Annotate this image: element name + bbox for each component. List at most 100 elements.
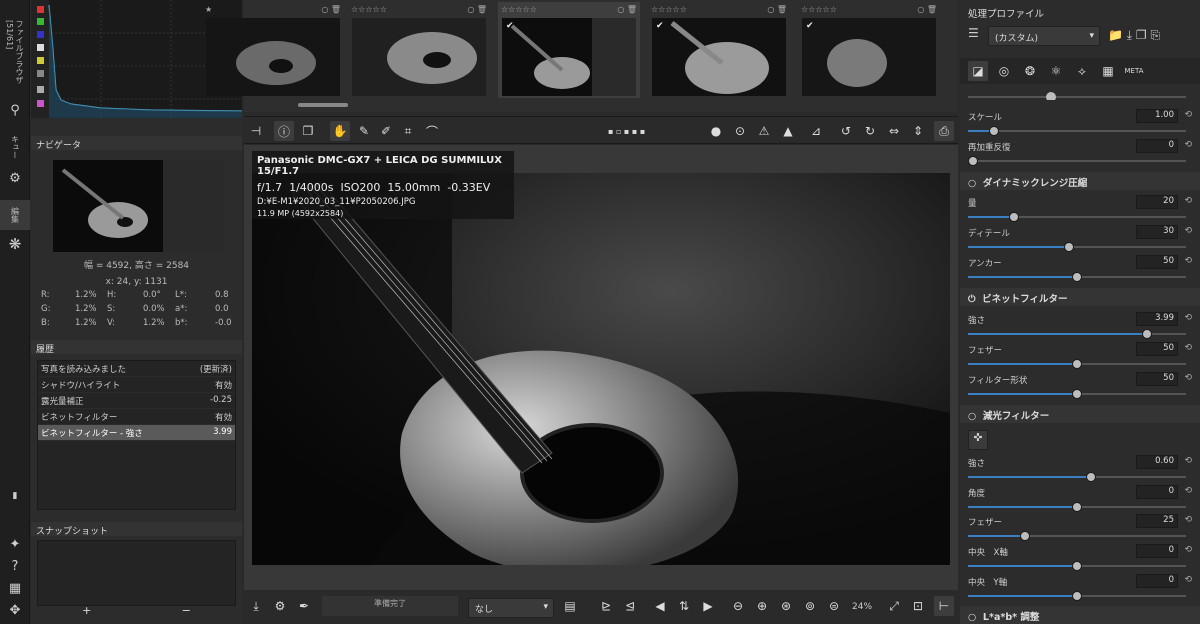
reset-icon[interactable]: ⟲ [1184,373,1192,383]
sparkle-icon[interactable]: ✦ [5,534,25,554]
preview-alt-icon[interactable]: ⊴ [620,596,640,616]
thumbnail[interactable]: ☆☆☆☆☆ ○ 🗑 [348,2,490,98]
hand-tool-icon[interactable]: ✋ [330,121,350,141]
rotate-left-icon[interactable]: ↺ [836,121,856,141]
thumbnail-selected[interactable]: ☆☆☆☆☆ ○ 🗑 ✔ [498,2,640,98]
power-icon[interactable]: ⏻ [968,294,976,305]
meta-tab-icon[interactable]: META [1124,61,1144,81]
straighten-icon[interactable]: ⌒ [422,121,442,141]
sync-icon[interactable]: ⇅ [674,596,694,616]
flip-vertical-icon[interactable]: ⇕ [908,121,928,141]
focus-mask-icon[interactable]: ● [706,121,726,141]
transform-tab-icon[interactable]: ⟡ [1072,61,1092,81]
help-icon[interactable]: ? [5,556,25,576]
fullscreen-icon[interactable]: ⤢ [884,596,904,616]
filmstrip-scrollbar[interactable] [298,103,348,107]
lab-adjust-header[interactable]: ○ L*a*b* 調整 [960,606,1200,624]
zoom-in-icon[interactable]: ⊕ [752,596,772,616]
profile-select[interactable]: なし ▾ [468,598,554,618]
new-window-icon[interactable]: ⊡ [908,596,928,616]
flip-horizontal-icon[interactable]: ⇔ [884,121,904,141]
history-row[interactable]: シャドウ/ハイライト 有効 [38,377,235,393]
save-profile-icon[interactable]: ⤓ [1127,28,1132,42]
main-image[interactable] [252,173,950,565]
trash-icon[interactable]: ○ 🗑 [321,5,341,14]
reset-icon[interactable]: ⟲ [1184,515,1192,525]
color-select-icon[interactable]: ▤ [560,596,580,616]
edit-external-icon[interactable]: ✒ [294,596,314,616]
zoom-100-icon[interactable]: ⊜ [824,596,844,616]
history-row-selected[interactable]: ビネットフィルター - 強さ 3.99 [38,425,235,441]
graduated-filter-header[interactable]: ○ 減光フィルター [960,405,1200,423]
white-balance-picker-icon[interactable]: ✎ [354,121,374,141]
thumbnail[interactable]: ☆☆☆☆☆ ○ 🗑 ✔ [648,2,790,98]
toggle-icon[interactable]: ○ [968,612,976,623]
external-editor-icon[interactable]: ⎙ [934,121,954,141]
zoom-fit-icon[interactable]: ⊛ [776,596,796,616]
warning-icon[interactable]: ⚠ [754,121,774,141]
crop-icon[interactable]: ⌗ [398,121,418,141]
gear-icon[interactable]: ⚙ [5,168,25,188]
tab-queue[interactable]: キュー [0,130,30,164]
add-snapshot-button[interactable]: + [37,605,137,618]
paste-icon[interactable]: ⎘ [1151,28,1161,42]
histogram-icon[interactable]: ⊿ [806,121,826,141]
aperture-icon[interactable]: ❋ [5,234,25,254]
reset-icon[interactable]: ⟲ [1184,256,1192,266]
preview-icon[interactable]: ⊵ [596,596,616,616]
zoom-fill-icon[interactable]: ⊚ [800,596,820,616]
reset-icon[interactable]: ⟲ [1184,140,1192,150]
color-tab-icon[interactable]: ❂ [1020,61,1040,81]
search-icon[interactable]: ⚲ [5,100,25,120]
toggle-icon[interactable]: ○ [968,411,976,422]
dynamic-range-header[interactable]: ○ ダイナミックレンジ圧縮 [960,172,1200,190]
trash-icon[interactable]: ○ 🗑 [767,5,787,14]
raw-tab-icon[interactable]: ▦ [1098,61,1118,81]
profile-select[interactable]: (カスタム) ▾ [988,26,1100,46]
open-folder-icon[interactable]: 📁 [1108,28,1123,42]
zoom-out-icon[interactable]: ⊖ [728,596,748,616]
advanced-tab-icon[interactable]: ⚛ [1046,61,1066,81]
tab-file-browser[interactable]: ファイルブラウザ [51/61] [0,20,30,90]
reset-icon[interactable]: ⟲ [1184,110,1192,120]
color-picker-icon[interactable]: ✐ [376,121,396,141]
reset-icon[interactable]: ⟲ [1184,575,1192,585]
vignette-header[interactable]: ⏻ ビネットフィルター [960,288,1200,306]
exposure-tab-icon[interactable]: ◪ [968,61,988,81]
reset-icon[interactable]: ⟲ [1184,486,1192,496]
partial-slider-knob[interactable] [1046,92,1056,100]
history-row[interactable]: ビネットフィルター 有効 [38,409,235,425]
reset-icon[interactable]: ⟲ [1184,226,1192,236]
reset-icon[interactable]: ⟲ [1184,456,1192,466]
thumbnail[interactable]: ☆☆☆☆☆ ○ 🗑 ✔ [798,2,940,98]
detail-tab-icon[interactable]: ◎ [994,61,1014,81]
thumbnail[interactable]: ★ ○ 🗑 [202,2,344,98]
trash-icon[interactable]: ○ 🗑 [467,5,487,14]
next-icon[interactable]: ▶ [698,596,718,616]
collapse-left-icon[interactable]: ⊣ [246,121,266,141]
reset-icon[interactable]: ⟲ [1184,343,1192,353]
queue-add-icon[interactable]: ⚙ [270,596,290,616]
trash-icon[interactable]: ○ 🗑 [617,5,637,14]
history-row[interactable]: 露光量補正 -0.25 [38,393,235,409]
warning-icon[interactable]: ▲ [778,121,798,141]
copy-icon[interactable]: ❐ [1136,28,1147,42]
previous-icon[interactable]: ◀ [650,596,670,616]
history-row[interactable]: 写真を読み込みました (更新済) [38,361,235,377]
before-after-icon[interactable]: ❐ [298,121,318,141]
reset-icon[interactable]: ⟲ [1184,545,1192,555]
reset-icon[interactable]: ⟲ [1184,313,1192,323]
grid-icon[interactable]: ▦ [5,578,25,598]
info-icon[interactable]: ⓘ [274,121,294,141]
tab-editor[interactable]: 編集 [0,200,30,230]
toggle-icon[interactable]: ○ [968,178,976,189]
trash-icon[interactable]: ○ 🗑 [917,5,937,14]
rotate-right-icon[interactable]: ↻ [860,121,880,141]
move-icon[interactable]: ✥ [5,600,25,620]
save-icon[interactable]: ⤓ [246,596,266,616]
navigator-thumbnail[interactable] [53,160,223,252]
channel-icons[interactable]: ▪ ▫ ▪ ▪ ▪ [608,121,645,141]
remove-snapshot-button[interactable]: − [137,605,237,618]
collapse-right-icon[interactable]: ⊢ [934,596,954,616]
profile-list-icon[interactable]: ☰ [968,26,984,46]
